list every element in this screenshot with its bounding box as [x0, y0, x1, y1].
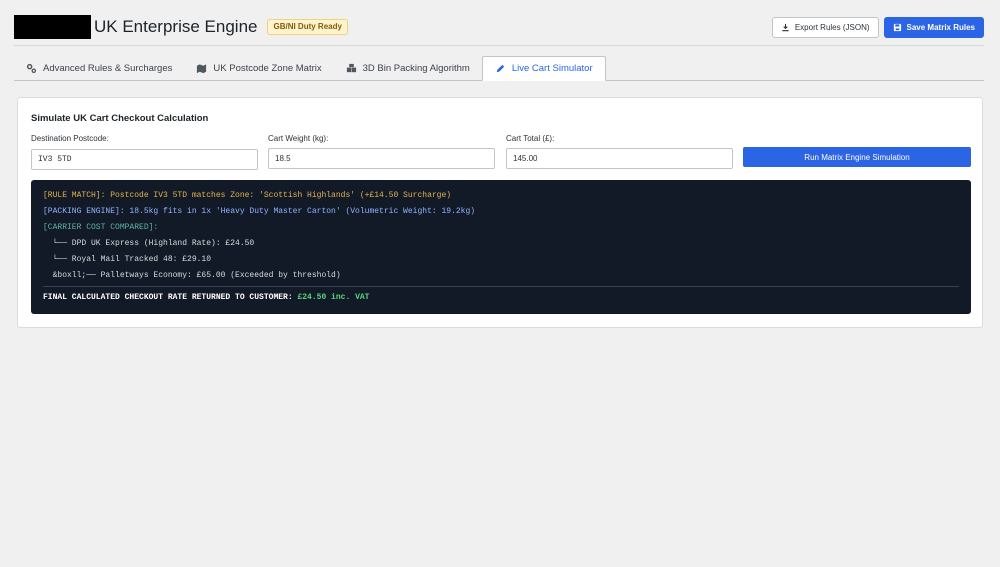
console-carrier-1: └── DPD UK Express (Highland Rate): £24.… [43, 239, 255, 248]
status-badge: GB/NI Duty Ready [267, 19, 348, 35]
weight-input[interactable] [268, 148, 495, 169]
console-carrier-3: &boxll;── Palletways Economy: £65.00 (Ex… [43, 271, 341, 280]
gears-icon [26, 63, 37, 73]
weight-field-group: Cart Weight (kg): [268, 134, 495, 169]
tab-postcode-zone-matrix[interactable]: UK Postcode Zone Matrix [184, 56, 333, 80]
console-final-rate: FINAL CALCULATED CHECKOUT RATE RETURNED … [43, 293, 959, 302]
logo [14, 15, 91, 39]
header-divider [14, 45, 984, 46]
simulator-title: Simulate UK Cart Checkout Calculation [31, 113, 209, 124]
final-rate-label: FINAL CALCULATED CHECKOUT RATE RETURNED … [43, 293, 298, 302]
console-carrier-2: └── Royal Mail Tracked 48: £29.10 [43, 255, 212, 264]
tab-advanced-rules[interactable]: Advanced Rules & Surcharges [14, 56, 184, 80]
total-label: Cart Total (£): [506, 134, 555, 143]
run-simulation-button[interactable]: Run Matrix Engine Simulation [743, 147, 971, 167]
save-matrix-rules-label: Save Matrix Rules [906, 22, 975, 32]
total-input[interactable] [506, 148, 733, 169]
final-rate-value: £24.50 inc. VAT [297, 293, 370, 302]
tab-live-cart-simulator-label: Live Cart Simulator [511, 63, 593, 74]
header-actions: Export Rules (JSON) Save Matrix Rules [771, 16, 984, 38]
console-rule-match: [RULE MATCH]: Postcode IV3 5TD matches Z… [43, 191, 452, 200]
page-title: UK Enterprise Engine [94, 17, 258, 36]
save-icon [893, 23, 901, 31]
save-matrix-rules-button[interactable]: Save Matrix Rules [883, 16, 984, 38]
console-divider [43, 286, 959, 287]
console-packing: [PACKING ENGINE]: 18.5kg fits in 1x 'Hea… [43, 207, 476, 216]
tab-advanced-rules-label: Advanced Rules & Surcharges [43, 62, 173, 74]
tab-bin-packing-label: 3D Bin Packing Algorithm [362, 62, 470, 74]
postcode-field-group: Destination Postcode: [31, 134, 258, 170]
tab-live-cart-simulator[interactable]: Live Cart Simulator [481, 56, 606, 81]
total-field-group: Cart Total (£): [506, 134, 733, 169]
pencil-icon [496, 64, 505, 73]
export-rules-button[interactable]: Export Rules (JSON) [771, 16, 879, 38]
boxes-icon [346, 63, 356, 72]
tab-bar: Advanced Rules & Surcharges UK Postcode … [14, 56, 984, 81]
weight-label: Cart Weight (kg): [268, 134, 329, 143]
console-carrier-header: [CARRIER COST COMPARED]: [43, 223, 159, 232]
app-header: UK Enterprise Engine GB/NI Duty Ready Ex… [14, 14, 984, 40]
postcode-input[interactable] [31, 149, 258, 170]
simulation-console: [RULE MATCH]: Postcode IV3 5TD matches Z… [31, 180, 971, 314]
export-rules-label: Export Rules (JSON) [794, 22, 870, 32]
simulator-panel: Simulate UK Cart Checkout Calculation De… [17, 97, 983, 328]
tab-bin-packing[interactable]: 3D Bin Packing Algorithm [334, 56, 482, 80]
map-icon [197, 63, 207, 73]
download-icon [782, 23, 789, 31]
tab-postcode-zone-matrix-label: UK Postcode Zone Matrix [213, 62, 322, 74]
postcode-label: Destination Postcode: [31, 134, 109, 143]
